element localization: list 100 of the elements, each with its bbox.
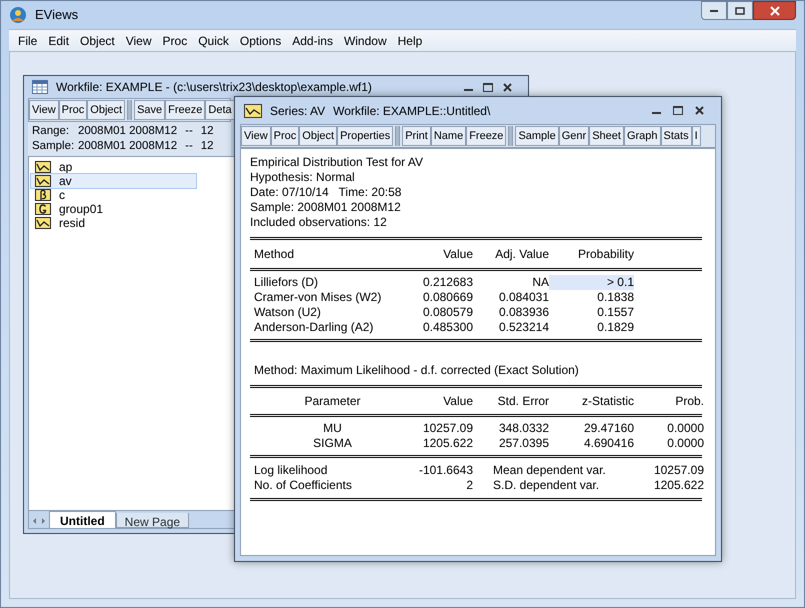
- close-icon[interactable]: [695, 106, 704, 115]
- object-item[interactable]: ap: [31, 160, 196, 174]
- info-count: 12: [200, 139, 214, 154]
- table-cell-text: 0.0000: [666, 421, 704, 436]
- minimize-icon: [709, 8, 719, 12]
- toolbar-button[interactable]: Print: [402, 126, 431, 146]
- method-text: Method: Maximum Likelihood - d.f. corrected (Exact Solution): [253, 363, 580, 378]
- maximize-icon[interactable]: [673, 106, 683, 115]
- series-icon: [35, 161, 51, 173]
- toolbar-button[interactable]: Name: [430, 126, 466, 146]
- info-separator: --: [185, 124, 193, 139]
- menu-item[interactable]: Add-ins: [287, 30, 338, 52]
- maximize-icon[interactable]: [483, 82, 493, 92]
- info-label: Range:: [32, 124, 70, 139]
- info-label: Sample:: [32, 139, 76, 154]
- table-cell-text: 0.523214: [498, 320, 549, 335]
- table-cell-text: 0.485300: [422, 320, 473, 335]
- output-line: Hypothesis: Normal: [250, 170, 356, 185]
- table-cell-text: SIGMA: [312, 436, 353, 451]
- menu-item[interactable]: View: [120, 30, 157, 52]
- close-icon: [770, 6, 780, 16]
- page-tab[interactable]: Untitled: [49, 511, 116, 528]
- table-cell-text: 29.47160: [582, 421, 634, 436]
- close-icon[interactable]: [503, 82, 512, 92]
- table-cell-text: S.D. dependent var.: [492, 478, 600, 493]
- window-title: Series: AV: [270, 102, 326, 120]
- menu-item[interactable]: Proc: [158, 30, 192, 52]
- toolbar-button[interactable]: Freeze: [466, 126, 506, 146]
- toolbar-button[interactable]: Proc: [270, 126, 300, 146]
- table-cell-text: 0.1829: [596, 320, 634, 335]
- table-cell: > 0.1: [549, 275, 634, 290]
- table-cell-text: 10257.09: [652, 463, 704, 478]
- column-header: Adj. Value: [494, 246, 549, 263]
- toolbar-button[interactable]: Properties: [337, 126, 394, 146]
- table-cell-text: 257.0395: [498, 436, 549, 451]
- table-cell-text: 2: [465, 478, 473, 493]
- workfile-label: Workfile: EXAMPLE::Untitled\: [333, 102, 490, 120]
- toolbar-button[interactable]: Graph: [624, 126, 661, 146]
- menu-item[interactable]: Quick: [193, 30, 234, 52]
- toolbar-button[interactable]: Deta: [205, 100, 235, 120]
- toolbar-button[interactable]: Freeze: [165, 100, 206, 120]
- object-item[interactable]: group01: [31, 202, 196, 216]
- table-cell-text: 0.080579: [422, 305, 473, 320]
- table-cell-text: No. of Coefficients: [254, 478, 353, 493]
- column-header: Std. Error: [496, 393, 549, 410]
- table-cell-text: 0.0000: [666, 436, 704, 451]
- output-line: Empirical Distribution Test for AV: [250, 155, 424, 170]
- column-header: Prob.: [674, 393, 704, 410]
- info-value: 2008M01 2008M12: [78, 139, 178, 154]
- table-cell-text: Lilliefors (D): [254, 275, 320, 290]
- menu-item[interactable]: Window: [338, 30, 392, 52]
- beta-icon: [35, 189, 51, 201]
- maximize-icon: [735, 6, 745, 14]
- column-header: Probability: [576, 246, 634, 263]
- series-icon: [244, 104, 262, 118]
- info-count: 12: [200, 124, 214, 139]
- toolbar-button[interactable]: View: [29, 100, 59, 120]
- column-header: Method: [254, 246, 296, 263]
- toolbar-button[interactable]: Save: [134, 100, 166, 120]
- object-item[interactable]: resid: [31, 216, 196, 230]
- table-cell-text: Mean dependent var.: [492, 463, 607, 478]
- menu-item[interactable]: Edit: [43, 30, 74, 52]
- toolbar-button[interactable]: View: [241, 126, 271, 146]
- toolbar-button[interactable]: Proc: [58, 100, 88, 120]
- toolbar-button[interactable]: Genr: [558, 126, 590, 146]
- menu-item[interactable]: Options: [234, 30, 286, 52]
- table-cell-text: 0.1557: [596, 305, 634, 320]
- toolbar-button[interactable]: Object: [87, 100, 126, 120]
- menu-item[interactable]: File: [13, 30, 42, 52]
- toolbar-button[interactable]: Object: [299, 126, 338, 146]
- object-item[interactable]: av: [31, 174, 196, 188]
- toolbar-button[interactable]: Stats: [660, 126, 692, 146]
- table-cell-text: Watson (U2): [254, 305, 322, 320]
- column-header: Parameter: [303, 393, 362, 410]
- minimize-button[interactable]: [701, 1, 727, 20]
- group-icon: [35, 203, 51, 215]
- table-cell-text: 10257.09: [422, 421, 473, 436]
- column-header: Value: [442, 246, 473, 263]
- series-icon: [35, 175, 51, 187]
- table-cell-text: 0.1838: [596, 290, 634, 305]
- toolbar-button[interactable]: Sheet: [589, 126, 624, 146]
- window-title: EViews: [35, 6, 78, 24]
- table-cell-text: -101.6643: [418, 463, 473, 478]
- table-cell-text: 4.690416: [582, 436, 634, 451]
- page-tab[interactable]: New Page: [116, 513, 190, 528]
- table-cell-text: 1205.622: [652, 478, 704, 493]
- menu-item[interactable]: Help: [392, 30, 428, 52]
- table-cell-text: Log likelihood: [254, 463, 328, 478]
- info-separator: --: [185, 139, 193, 154]
- info-value: 2008M01 2008M12: [78, 124, 178, 139]
- app-logo-icon: [9, 6, 27, 24]
- table-cell-text: 348.0332: [498, 421, 549, 436]
- maximize-button[interactable]: [727, 1, 753, 20]
- output-line: Sample: 2008M01 2008M12: [250, 200, 402, 215]
- table-cell-text: NA: [531, 275, 549, 290]
- toolbar-button[interactable]: Sample: [515, 126, 559, 146]
- close-button[interactable]: [753, 1, 796, 20]
- table-cell-text: Cramer-von Mises (W2): [254, 290, 382, 305]
- object-item[interactable]: c: [31, 188, 196, 202]
- menu-item[interactable]: Object: [75, 30, 120, 52]
